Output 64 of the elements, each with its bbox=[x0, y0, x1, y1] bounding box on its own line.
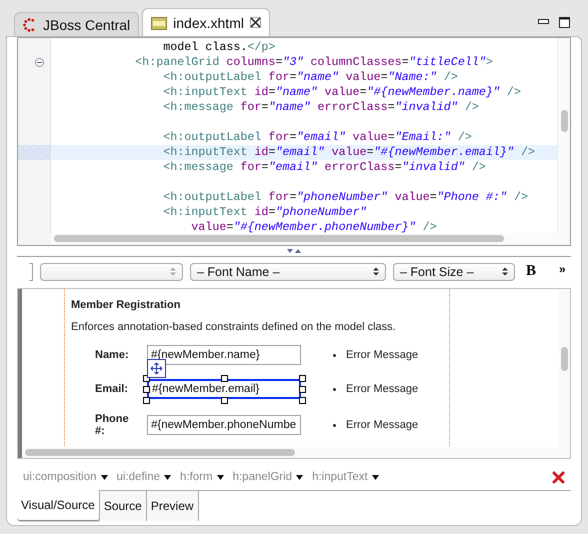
stepper-arrows-icon bbox=[502, 267, 508, 276]
minimize-icon[interactable] bbox=[538, 19, 549, 25]
code-line: <h:outputLabel for="name" value="Name:" /> bbox=[162, 70, 459, 85]
error-message: Error Message bbox=[346, 383, 418, 396]
resize-handle[interactable] bbox=[221, 397, 228, 404]
error-message: Error Message bbox=[346, 349, 418, 362]
view-tab[interactable]: Visual/Source bbox=[17, 490, 100, 521]
move-handle[interactable] bbox=[147, 359, 166, 378]
input-field[interactable]: #{newMember.name} bbox=[147, 345, 301, 366]
caret-icon bbox=[296, 474, 304, 480]
code-line: <h:message for="email" errorClass="invalid" /> bbox=[162, 160, 487, 175]
stepper-arrows-icon bbox=[373, 267, 379, 276]
scrollbar-thumb[interactable] bbox=[561, 347, 568, 372]
caret-icon bbox=[372, 474, 379, 480]
breadcrumb-item[interactable]: ui:composition bbox=[23, 471, 108, 484]
bullet-icon bbox=[333, 424, 336, 427]
bold-button[interactable]: B bbox=[522, 263, 540, 280]
input-field[interactable]: #{newMember.phoneNumbe bbox=[147, 415, 301, 436]
close-icon[interactable] bbox=[250, 17, 261, 28]
breadcrumb-item[interactable]: h:form bbox=[180, 471, 224, 484]
visual-pane[interactable] bbox=[17, 288, 571, 459]
maximize-icon[interactable] bbox=[559, 16, 570, 28]
font-name-select[interactable]: – Font Name – bbox=[190, 262, 386, 281]
font-size-select[interactable]: – Font Size – bbox=[393, 262, 515, 281]
scrollbar-thumb[interactable] bbox=[25, 448, 295, 456]
code-line: model class.</p> bbox=[162, 40, 276, 55]
toolbar-grip-icon bbox=[29, 262, 33, 281]
code-line: <h:panelGrid columns="3" columnClasses="titleCell"> bbox=[134, 55, 494, 70]
scrollbar-thumb[interactable] bbox=[54, 235, 504, 242]
scrollbar-thumb[interactable] bbox=[560, 110, 568, 132]
input-field[interactable]: #{newMember.email} bbox=[147, 379, 301, 400]
code-line: <h:inputText id="name" value="#{newMember.name}" /> bbox=[162, 85, 522, 100]
code-line: value="#{newMember.phoneNumber}" /> bbox=[190, 220, 438, 235]
move-icon bbox=[150, 362, 163, 376]
more-button[interactable]: » bbox=[555, 262, 570, 276]
editor-tab[interactable]: index.xhtml bbox=[142, 8, 270, 36]
resize-handle[interactable] bbox=[221, 375, 228, 382]
bullet-icon bbox=[333, 354, 336, 357]
code-line: <h:outputLabel for="phoneNumber" value="Phone #:" /> bbox=[162, 190, 529, 205]
code-line: <h:inputText id="phoneNumber" bbox=[162, 205, 368, 220]
editor-tab[interactable]: JBoss Central bbox=[14, 12, 140, 36]
code-line: <h:outputLabel for="email" value="Email:" /> bbox=[162, 130, 473, 145]
view-tab[interactable]: Preview bbox=[146, 491, 199, 521]
source-editor[interactable] bbox=[17, 37, 571, 246]
stepper-arrows-icon bbox=[170, 267, 176, 276]
breadcrumb-item[interactable]: ui:define bbox=[116, 471, 171, 484]
breadcrumb-item[interactable]: h:inputText bbox=[312, 471, 379, 484]
code-line: <h:message for="name" errorClass="invalid" /> bbox=[162, 100, 480, 115]
caret-icon bbox=[100, 474, 108, 480]
splitter-arrows-icon[interactable] bbox=[286, 248, 302, 254]
caret-icon bbox=[164, 474, 171, 480]
error-message: Error Message bbox=[346, 419, 418, 432]
caret-icon bbox=[216, 474, 224, 480]
view-tab[interactable]: Source bbox=[100, 491, 147, 521]
field-label: Email: bbox=[94, 383, 130, 396]
breadcrumb-item[interactable]: h:panelGrid bbox=[232, 471, 304, 484]
field-label: Name: bbox=[94, 349, 130, 362]
collapse-icon[interactable] bbox=[35, 58, 44, 67]
html-file-icon bbox=[151, 16, 168, 30]
bullet-icon bbox=[333, 388, 336, 391]
field-label: Phone #: bbox=[94, 413, 130, 438]
form-description: Enforces annotation-based constraints defined on the model class. bbox=[71, 321, 397, 334]
spinner-logo-icon bbox=[23, 18, 37, 32]
form-title: Member Registration bbox=[71, 299, 182, 312]
